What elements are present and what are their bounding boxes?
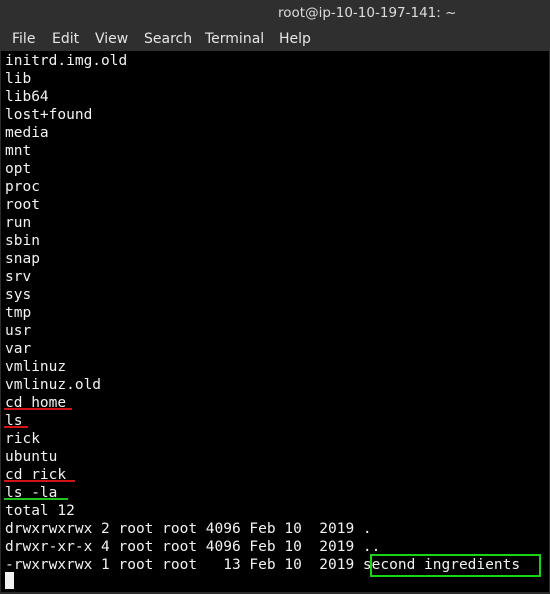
terminal-line: run — [5, 215, 32, 231]
highlight-box-second-ingredients — [370, 554, 541, 577]
terminal-line: ubuntu — [5, 449, 58, 465]
terminal-line: proc — [5, 179, 40, 195]
terminal-line: total 12 — [5, 503, 75, 519]
terminal-window: root@ip-10-10-197-141: ~ File Edit View … — [0, 0, 550, 594]
title-bar: root@ip-10-10-197-141: ~ — [0, 0, 550, 27]
red-underline-cd-home — [4, 408, 72, 410]
terminal-line: vmlinuz — [5, 359, 67, 375]
menu-help[interactable]: Help — [275, 27, 315, 51]
terminal-line: tmp — [5, 305, 32, 321]
terminal-line: var — [5, 341, 32, 357]
terminal-line: vmlinuz.old — [5, 377, 102, 393]
terminal-line: lib64 — [5, 89, 49, 105]
menu-view[interactable]: View — [91, 27, 132, 51]
terminal-line: usr — [5, 323, 32, 339]
terminal-line: sbin — [5, 233, 40, 249]
terminal-cursor — [5, 572, 14, 589]
terminal-line: lib — [5, 71, 32, 87]
menu-search[interactable]: Search — [140, 27, 196, 51]
window-title: root@ip-10-10-197-141: ~ — [278, 5, 457, 21]
red-underline-cd-rick — [4, 480, 75, 482]
green-underline-ls-la — [4, 498, 68, 500]
menu-bar: File Edit View Search Terminal Help — [0, 27, 550, 51]
menu-edit[interactable]: Edit — [48, 27, 83, 51]
directory-listing-row: drwxr-xr-x 4 root root 4096 Feb 10 2019 … — [5, 539, 381, 555]
directory-listing-row: drwxrwxrwx 2 root root 4096 Feb 10 2019 … — [5, 521, 372, 537]
red-underline-ls — [4, 426, 28, 428]
terminal-line: mnt — [5, 143, 32, 159]
terminal-line: srv — [5, 269, 32, 285]
terminal-output[interactable]: initrd.img.old lib lib64 lost+found medi… — [1, 51, 549, 592]
terminal-line: initrd.img.old — [5, 53, 128, 69]
terminal-line: opt — [5, 161, 32, 177]
terminal-line: snap — [5, 251, 40, 267]
menu-terminal[interactable]: Terminal — [201, 27, 268, 51]
menu-file[interactable]: File — [8, 27, 39, 51]
terminal-line: rick — [5, 431, 40, 447]
terminal-line: sys — [5, 287, 32, 303]
terminal-line: root — [5, 197, 40, 213]
terminal-line: media — [5, 125, 49, 141]
terminal-line: lost+found — [5, 107, 93, 123]
